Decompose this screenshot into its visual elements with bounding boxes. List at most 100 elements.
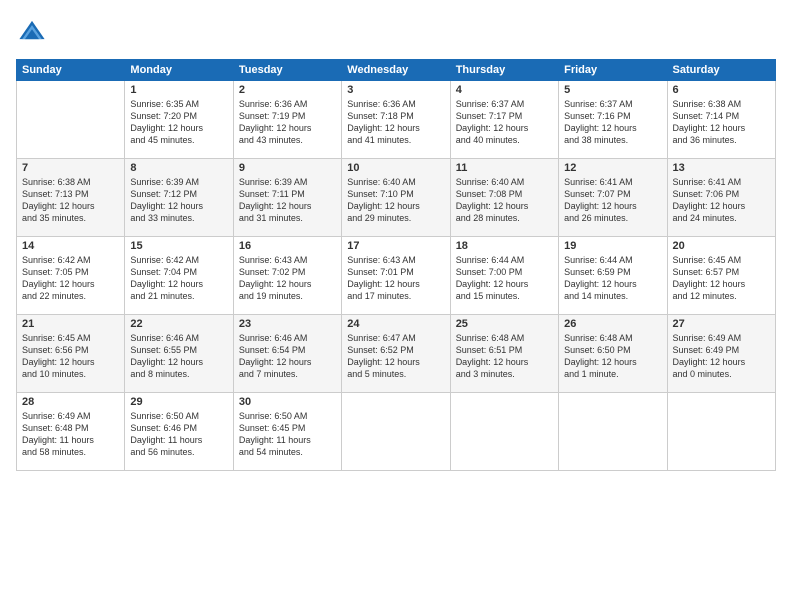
day-cell: 25 Sunrise: 6:48 AM Sunset: 6:51 PM Dayli… <box>450 315 558 393</box>
day-info: Sunrise: 6:38 AM Sunset: 7:13 PM Dayligh… <box>22 176 119 225</box>
day-number: 26 <box>564 318 661 330</box>
day-number: 24 <box>347 318 444 330</box>
day-cell: 4 Sunrise: 6:37 AM Sunset: 7:17 PM Daylig… <box>450 81 558 159</box>
day-info: Sunrise: 6:36 AM Sunset: 7:18 PM Dayligh… <box>347 98 444 147</box>
day-cell: 3 Sunrise: 6:36 AM Sunset: 7:18 PM Daylig… <box>342 81 450 159</box>
day-cell: 29Sunrise: 6:50 AM Sunset: 6:46 PM Dayli… <box>125 393 233 471</box>
day-number: 1 <box>130 84 227 96</box>
day-cell: 12 Sunrise: 6:41 AM Sunset: 7:07 PM Dayli… <box>559 159 667 237</box>
day-cell: 13 Sunrise: 6:41 AM Sunset: 7:06 PM Dayli… <box>667 159 775 237</box>
week-row-1: 1 Sunrise: 6:35 AM Sunset: 7:20 PM Daylig… <box>17 81 776 159</box>
day-cell: 20 Sunrise: 6:45 AM Sunset: 6:57 PM Dayli… <box>667 237 775 315</box>
day-cell: 30 Sunrise: 6:50 AM Sunset: 6:45 PM Dayli… <box>233 393 341 471</box>
day-info: Sunrise: 6:47 AM Sunset: 6:52 PM Dayligh… <box>347 332 444 381</box>
day-info: Sunrise: 6:49 AM Sunset: 6:48 PM Dayligh… <box>22 410 119 459</box>
day-info: Sunrise: 6:41 AM Sunset: 7:07 PM Dayligh… <box>564 176 661 225</box>
week-row-5: 28 Sunrise: 6:49 AM Sunset: 6:48 PM Dayli… <box>17 393 776 471</box>
day-number: 22 <box>130 318 227 330</box>
day-cell: 6 Sunrise: 6:38 AM Sunset: 7:14 PM Daylig… <box>667 81 775 159</box>
day-cell: 10 Sunrise: 6:40 AM Sunset: 7:10 PM Dayli… <box>342 159 450 237</box>
day-cell <box>450 393 558 471</box>
day-cell <box>559 393 667 471</box>
day-info: Sunrise: 6:40 AM Sunset: 7:10 PM Dayligh… <box>347 176 444 225</box>
day-cell: 27 Sunrise: 6:49 AM Sunset: 6:49 PM Dayli… <box>667 315 775 393</box>
day-number: 10 <box>347 162 444 174</box>
weekday-sunday: Sunday <box>17 60 125 81</box>
weekday-header-row: SundayMondayTuesdayWednesdayThursdayFrid… <box>17 60 776 81</box>
header <box>16 16 776 49</box>
day-number: 23 <box>239 318 336 330</box>
day-cell <box>17 81 125 159</box>
day-info: Sunrise: 6:44 AM Sunset: 7:00 PM Dayligh… <box>456 254 553 303</box>
weekday-saturday: Saturday <box>667 60 775 81</box>
day-info: Sunrise: 6:42 AM Sunset: 7:04 PM Dayligh… <box>130 254 227 303</box>
day-cell: 21Sunrise: 6:45 AM Sunset: 6:56 PM Dayli… <box>17 315 125 393</box>
day-number: 7 <box>22 162 119 174</box>
day-info: Sunrise: 6:40 AM Sunset: 7:08 PM Dayligh… <box>456 176 553 225</box>
day-info: Sunrise: 6:38 AM Sunset: 7:14 PM Dayligh… <box>673 98 770 147</box>
day-number: 4 <box>456 84 553 96</box>
day-number: 25 <box>456 318 553 330</box>
day-cell <box>342 393 450 471</box>
day-number: 14 <box>22 240 119 252</box>
day-number: 16 <box>239 240 336 252</box>
day-number: 3 <box>347 84 444 96</box>
day-number: 29 <box>130 396 227 408</box>
week-row-2: 7 Sunrise: 6:38 AM Sunset: 7:13 PM Daylig… <box>17 159 776 237</box>
day-cell <box>667 393 775 471</box>
day-number: 13 <box>673 162 770 174</box>
day-cell: 19Sunrise: 6:44 AM Sunset: 6:59 PM Dayli… <box>559 237 667 315</box>
day-cell: 1 Sunrise: 6:35 AM Sunset: 7:20 PM Daylig… <box>125 81 233 159</box>
day-cell: 18 Sunrise: 6:44 AM Sunset: 7:00 PM Dayli… <box>450 237 558 315</box>
day-info: Sunrise: 6:43 AM Sunset: 7:01 PM Dayligh… <box>347 254 444 303</box>
day-cell: 8 Sunrise: 6:39 AM Sunset: 7:12 PM Daylig… <box>125 159 233 237</box>
day-cell: 15 Sunrise: 6:42 AM Sunset: 7:04 PM Dayli… <box>125 237 233 315</box>
day-cell: 11 Sunrise: 6:40 AM Sunset: 7:08 PM Dayli… <box>450 159 558 237</box>
day-number: 12 <box>564 162 661 174</box>
day-cell: 26Sunrise: 6:48 AM Sunset: 6:50 PM Dayli… <box>559 315 667 393</box>
weekday-thursday: Thursday <box>450 60 558 81</box>
day-info: Sunrise: 6:48 AM Sunset: 6:51 PM Dayligh… <box>456 332 553 381</box>
day-number: 8 <box>130 162 227 174</box>
logo <box>16 16 46 49</box>
day-cell: 17Sunrise: 6:43 AM Sunset: 7:01 PM Dayli… <box>342 237 450 315</box>
day-cell: 5 Sunrise: 6:37 AM Sunset: 7:16 PM Daylig… <box>559 81 667 159</box>
logo-icon <box>18 16 46 44</box>
week-row-4: 21Sunrise: 6:45 AM Sunset: 6:56 PM Dayli… <box>17 315 776 393</box>
calendar: SundayMondayTuesdayWednesdayThursdayFrid… <box>16 59 776 471</box>
day-number: 30 <box>239 396 336 408</box>
weekday-monday: Monday <box>125 60 233 81</box>
day-number: 20 <box>673 240 770 252</box>
weekday-friday: Friday <box>559 60 667 81</box>
day-cell: 14Sunrise: 6:42 AM Sunset: 7:05 PM Dayli… <box>17 237 125 315</box>
day-cell: 28 Sunrise: 6:49 AM Sunset: 6:48 PM Dayli… <box>17 393 125 471</box>
day-number: 11 <box>456 162 553 174</box>
day-number: 18 <box>456 240 553 252</box>
day-number: 15 <box>130 240 227 252</box>
day-cell: 24 Sunrise: 6:47 AM Sunset: 6:52 PM Dayli… <box>342 315 450 393</box>
page: SundayMondayTuesdayWednesdayThursdayFrid… <box>0 0 792 612</box>
day-info: Sunrise: 6:37 AM Sunset: 7:16 PM Dayligh… <box>564 98 661 147</box>
day-number: 2 <box>239 84 336 96</box>
day-info: Sunrise: 6:46 AM Sunset: 6:55 PM Dayligh… <box>130 332 227 381</box>
weekday-tuesday: Tuesday <box>233 60 341 81</box>
day-info: Sunrise: 6:49 AM Sunset: 6:49 PM Dayligh… <box>673 332 770 381</box>
day-number: 19 <box>564 240 661 252</box>
day-info: Sunrise: 6:39 AM Sunset: 7:12 PM Dayligh… <box>130 176 227 225</box>
day-info: Sunrise: 6:39 AM Sunset: 7:11 PM Dayligh… <box>239 176 336 225</box>
day-info: Sunrise: 6:41 AM Sunset: 7:06 PM Dayligh… <box>673 176 770 225</box>
weekday-wednesday: Wednesday <box>342 60 450 81</box>
day-number: 6 <box>673 84 770 96</box>
day-info: Sunrise: 6:37 AM Sunset: 7:17 PM Dayligh… <box>456 98 553 147</box>
week-row-3: 14Sunrise: 6:42 AM Sunset: 7:05 PM Dayli… <box>17 237 776 315</box>
day-cell: 16Sunrise: 6:43 AM Sunset: 7:02 PM Dayli… <box>233 237 341 315</box>
day-info: Sunrise: 6:35 AM Sunset: 7:20 PM Dayligh… <box>130 98 227 147</box>
day-info: Sunrise: 6:45 AM Sunset: 6:57 PM Dayligh… <box>673 254 770 303</box>
day-number: 28 <box>22 396 119 408</box>
day-number: 27 <box>673 318 770 330</box>
day-cell: 2Sunrise: 6:36 AM Sunset: 7:19 PM Daylig… <box>233 81 341 159</box>
day-number: 21 <box>22 318 119 330</box>
day-info: Sunrise: 6:50 AM Sunset: 6:45 PM Dayligh… <box>239 410 336 459</box>
day-number: 5 <box>564 84 661 96</box>
day-cell: 9Sunrise: 6:39 AM Sunset: 7:11 PM Daylig… <box>233 159 341 237</box>
